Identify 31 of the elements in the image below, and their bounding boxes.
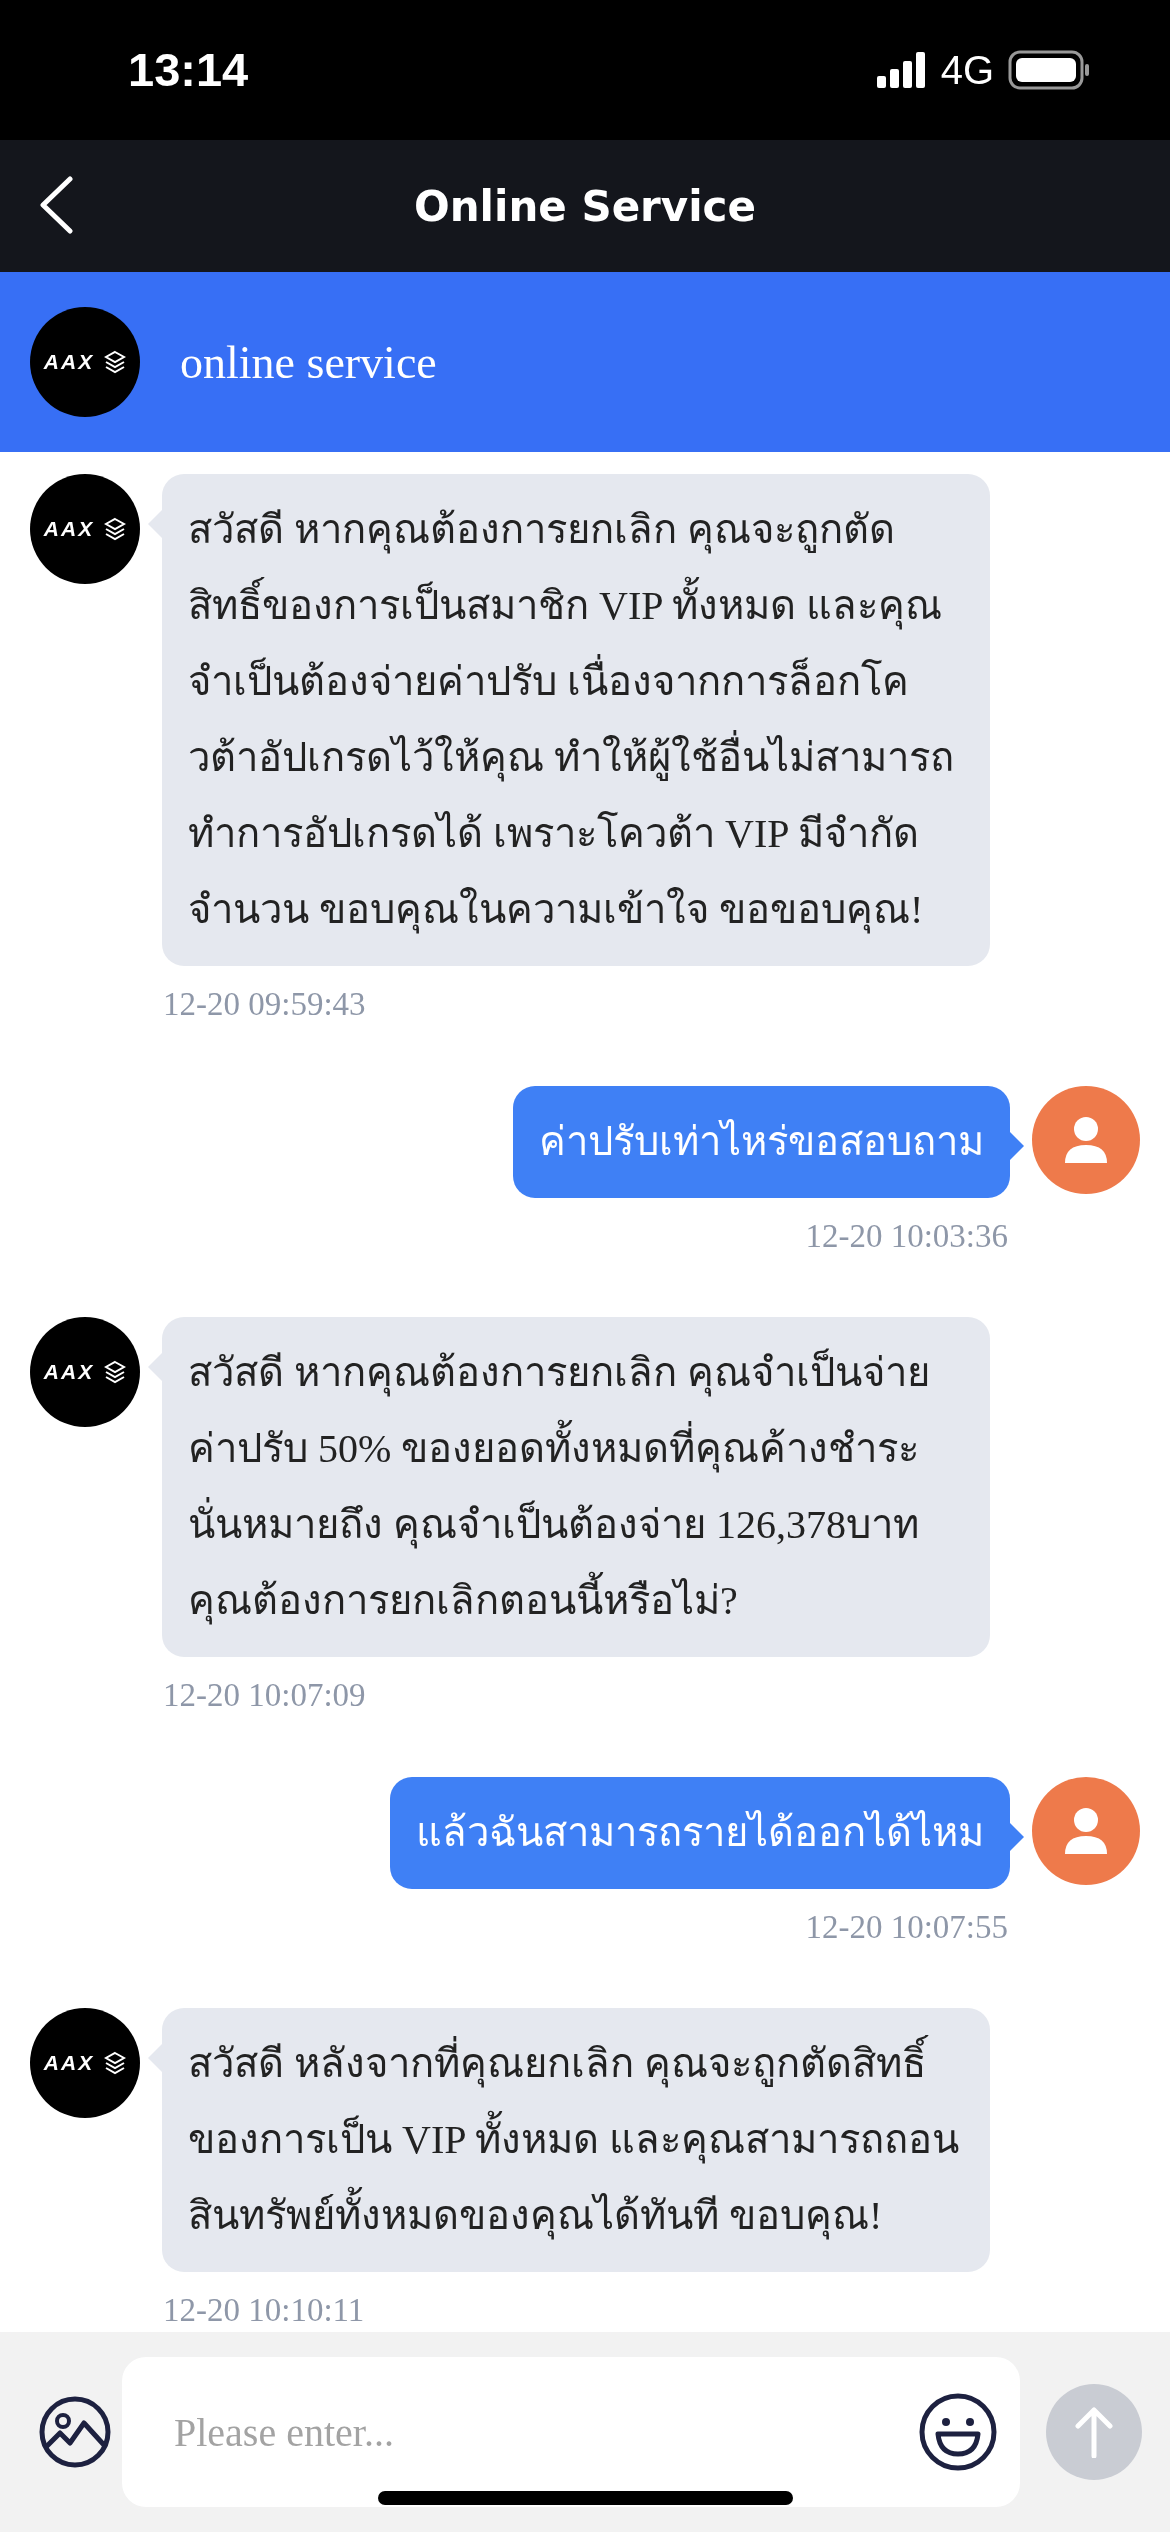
emoji-icon[interactable] (918, 2392, 998, 2472)
logo-text: AAX (43, 2050, 95, 2077)
message-time: 12-20 09:59:43 (162, 985, 367, 1024)
network-label: 4G (940, 47, 994, 94)
signal-icon (876, 52, 927, 88)
message-bubble: แล้วฉันสามารถรายได้ออกได้ไหม (390, 1776, 1010, 1889)
layers-icon (104, 1360, 127, 1384)
layers-icon (104, 2051, 127, 2075)
message-bubble: สวัสดี หากคุณต้องการยกเลิก คุณจำเป็นจ่ายค่าปรับ 50% ของยอดทั้งหมดที่คุณค้างชำระ นั่นหมายถึง คุณจำเป็นต้องจ่าย 126,378บาท คุณต้องการยกเลิกตอนนี้หรือไม่? (162, 1317, 990, 1657)
message-time: 12-20 10:07:09 (162, 1676, 367, 1715)
logo-text: AAX (43, 349, 95, 376)
message-time: 12-20 10:03:36 (804, 1216, 1009, 1256)
message-bubble: ค่าปรับเท่าไหร่ขอสอบถาม (513, 1085, 1010, 1198)
person-icon (1063, 1114, 1109, 1165)
back-icon[interactable] (38, 176, 74, 234)
image-icon[interactable] (38, 2395, 112, 2469)
layers-icon (104, 517, 127, 541)
chat-title: online service (180, 335, 437, 390)
page-title: Online Service (414, 180, 756, 233)
message-time: 12-20 10:07:55 (804, 1907, 1009, 1947)
message-time: 12-20 10:10:11 (162, 2291, 366, 2330)
message-bubble: สวัสดี หากคุณต้องการยกเลิก คุณจะถูกตัดสิทธิ์ของการเป็นสมาชิก VIP ทั้งหมด และคุณจำเป็นต้องจ่ายค่าปรับ เนื่องจากการล็อกโควต้าอัปเกรดไว้ให้คุณ ทำให้ผู้ใช้อื่นไม่สามารถทำการอัปเกรดได้ เพราะโควต้า VIP มีจำกัดจำนวน ขอบคุณในความเข้าใจ ขอขอบคุณ! (162, 474, 990, 966)
message-input[interactable]: Please enter... (122, 2357, 1020, 2507)
logo-text: AAX (43, 516, 95, 543)
logo-text: AAX (43, 1359, 95, 1386)
status-time: 13:14 (128, 41, 249, 98)
message-bubble: สวัสดี หลังจากที่คุณยกเลิก คุณจะถูกตัดสิทธิ์ของการเป็น VIP ทั้งหมด และคุณสามารถถอนสินทรัพย์ทั้งหมดของคุณได้ทันที ขอบคุณ! (162, 2008, 990, 2272)
layers-icon (104, 350, 127, 374)
arrow-up-icon (1074, 2406, 1114, 2458)
battery-icon (1008, 50, 1090, 90)
person-icon (1063, 1805, 1109, 1856)
